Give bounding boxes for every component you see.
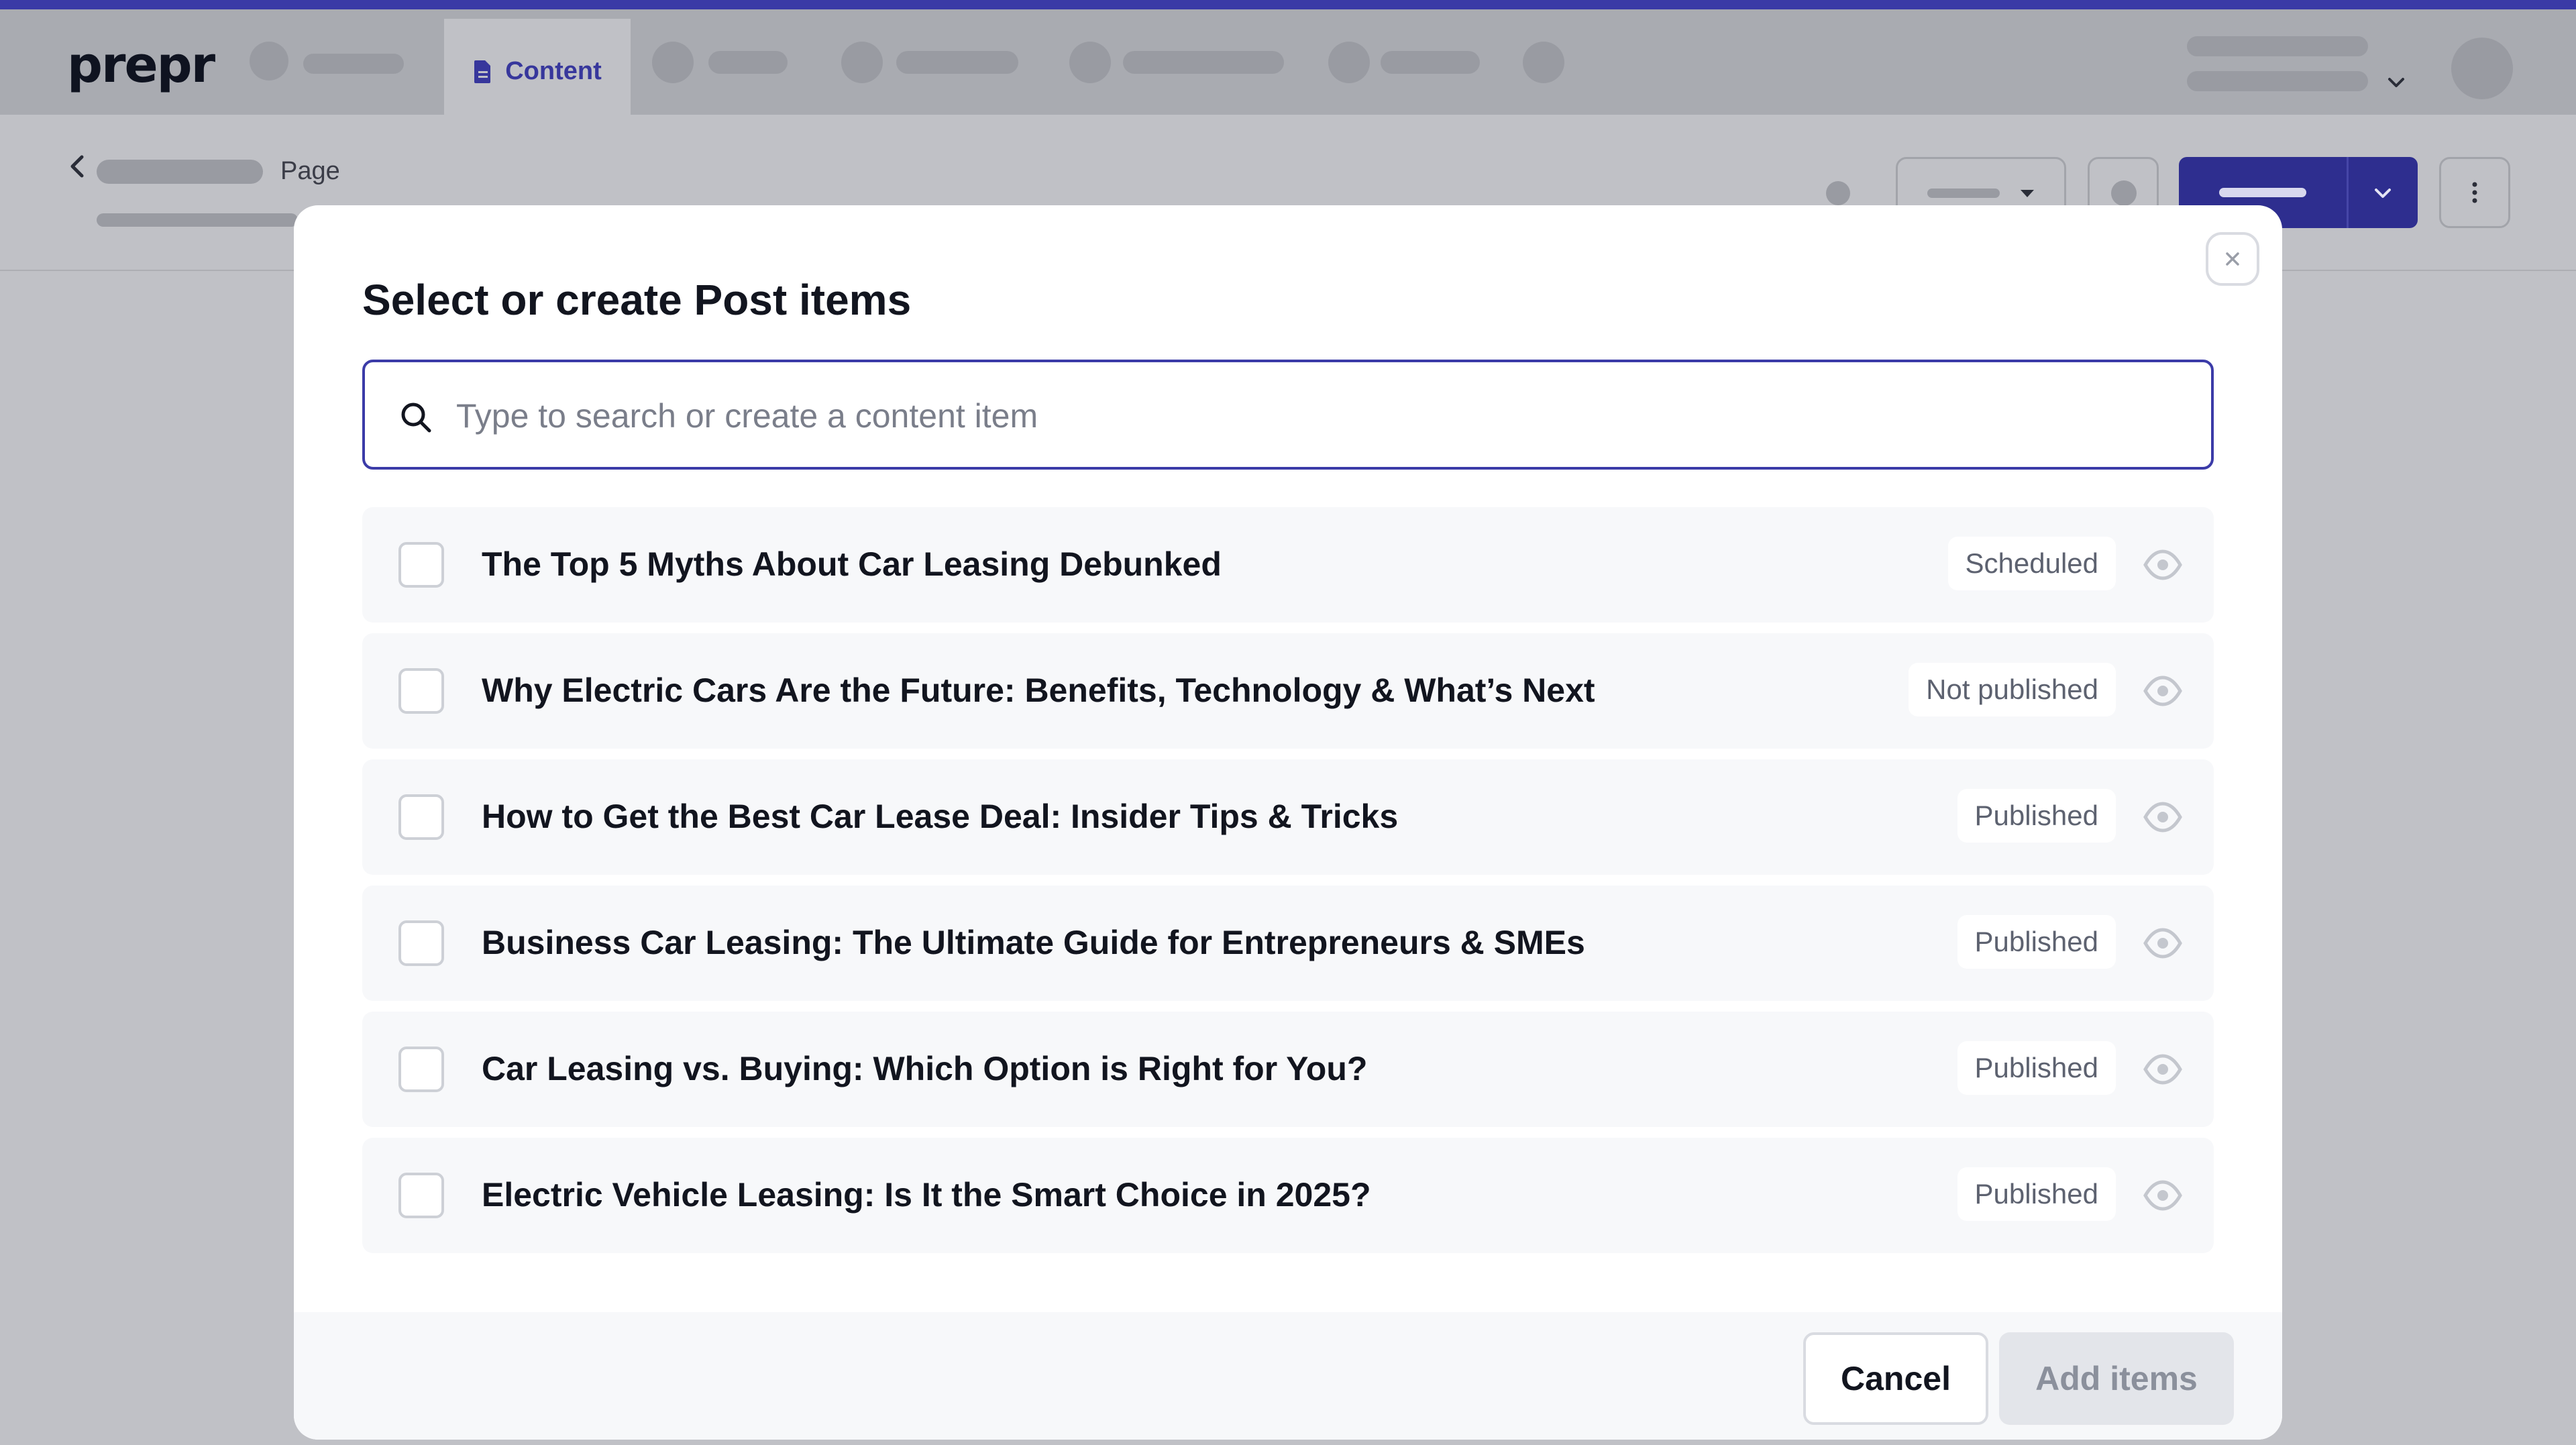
publish-button-divider (2347, 157, 2349, 228)
list-item[interactable]: The Top 5 Myths About Car Leasing Debunk… (362, 507, 2214, 623)
list-item[interactable]: Electric Vehicle Leasing: Is It the Smar… (362, 1138, 2214, 1253)
item-title: The Top 5 Myths About Car Leasing Debunk… (482, 545, 1222, 583)
nav-item-placeholder-label (1381, 51, 1480, 74)
caret-down-icon (2021, 190, 2034, 197)
status-dot (1826, 181, 1850, 205)
nav-item-placeholder-label (303, 54, 404, 74)
item-checkbox[interactable] (398, 920, 444, 966)
app-root: prepr Content Page Select or create Post… (0, 0, 2576, 1445)
item-title: Electric Vehicle Leasing: Is It the Smar… (482, 1176, 1371, 1214)
nav-item-placeholder-label (896, 51, 1018, 74)
nav-item-placeholder-icon[interactable] (1523, 42, 1564, 83)
tab-content-label: Content (505, 57, 602, 85)
chevron-down-icon[interactable] (2369, 180, 2396, 207)
eye-icon[interactable] (2143, 798, 2183, 836)
item-title: How to Get the Best Car Lease Deal: Insi… (482, 798, 1399, 835)
doc-icon (474, 60, 491, 83)
select-items-modal: Select or create Post items The Top 5 My… (294, 205, 2282, 1440)
close-icon (2226, 252, 2239, 266)
list-item[interactable]: Business Car Leasing: The Ultimate Guide… (362, 886, 2214, 1001)
breadcrumb-label: Page (280, 157, 340, 185)
nav-item-placeholder-icon[interactable] (1328, 42, 1370, 83)
nav-item-placeholder-icon[interactable] (250, 42, 288, 81)
eye-icon[interactable] (2143, 672, 2183, 710)
nav-item-placeholder-icon[interactable] (1069, 42, 1111, 83)
list-item[interactable]: Why Electric Cars Are the Future: Benefi… (362, 633, 2214, 749)
eye-icon[interactable] (2143, 1177, 2183, 1214)
status-badge: Published (1957, 915, 2116, 969)
preview-button-placeholder-icon (2111, 180, 2137, 206)
nav-item-placeholder-label (708, 51, 788, 74)
chevron-down-icon[interactable] (2384, 71, 2408, 95)
back-chevron-icon[interactable] (67, 153, 89, 180)
user-name-placeholder (2187, 36, 2368, 56)
status-badge: Published (1957, 789, 2116, 843)
tab-content[interactable]: Content (444, 19, 631, 124)
brand-top-line (0, 0, 2576, 9)
add-items-button[interactable]: Add items (1999, 1332, 2234, 1425)
list-item[interactable]: Car Leasing vs. Buying: Which Option is … (362, 1012, 2214, 1127)
locale-dropdown-placeholder (1927, 189, 2000, 198)
modal-footer: Cancel Add items (294, 1312, 2282, 1440)
avatar[interactable] (2451, 38, 2513, 99)
publish-button-placeholder-label (2219, 188, 2306, 197)
item-title: Car Leasing vs. Buying: Which Option is … (482, 1050, 1368, 1087)
eye-icon[interactable] (2143, 924, 2183, 962)
more-options-button[interactable] (2439, 157, 2510, 228)
item-checkbox[interactable] (398, 542, 444, 588)
page-meta-placeholder (97, 213, 298, 227)
top-navigation: prepr Content (0, 9, 2576, 124)
item-checkbox[interactable] (398, 1173, 444, 1218)
prepr-logo[interactable]: prepr (67, 36, 215, 94)
item-checkbox[interactable] (398, 668, 444, 714)
breadcrumb-placeholder[interactable] (97, 160, 263, 184)
status-badge: Published (1957, 1167, 2116, 1221)
eye-icon[interactable] (2143, 1051, 2183, 1088)
status-badge: Published (1957, 1041, 2116, 1095)
list-item[interactable]: How to Get the Best Car Lease Deal: Insi… (362, 759, 2214, 875)
item-title: Why Electric Cars Are the Future: Benefi… (482, 672, 1595, 709)
more-vertical-icon (2472, 182, 2477, 203)
search-icon (401, 403, 431, 433)
nav-item-placeholder-label (1123, 51, 1284, 74)
user-org-placeholder (2187, 71, 2368, 91)
item-checkbox[interactable] (398, 1047, 444, 1092)
nav-item-placeholder-icon[interactable] (841, 42, 883, 83)
content-item-list: The Top 5 Myths About Car Leasing Debunk… (362, 507, 2214, 1264)
eye-icon[interactable] (2143, 546, 2183, 584)
status-badge: Not published (1909, 663, 2116, 716)
search-field[interactable] (362, 360, 2214, 470)
item-title: Business Car Leasing: The Ultimate Guide… (482, 924, 1585, 961)
modal-title: Select or create Post items (362, 276, 912, 324)
search-input[interactable] (456, 382, 2187, 449)
status-badge: Scheduled (1947, 537, 2116, 590)
nav-item-placeholder-icon[interactable] (652, 42, 694, 83)
cancel-button[interactable]: Cancel (1803, 1332, 1988, 1425)
item-checkbox[interactable] (398, 794, 444, 840)
close-button[interactable] (2206, 232, 2259, 286)
